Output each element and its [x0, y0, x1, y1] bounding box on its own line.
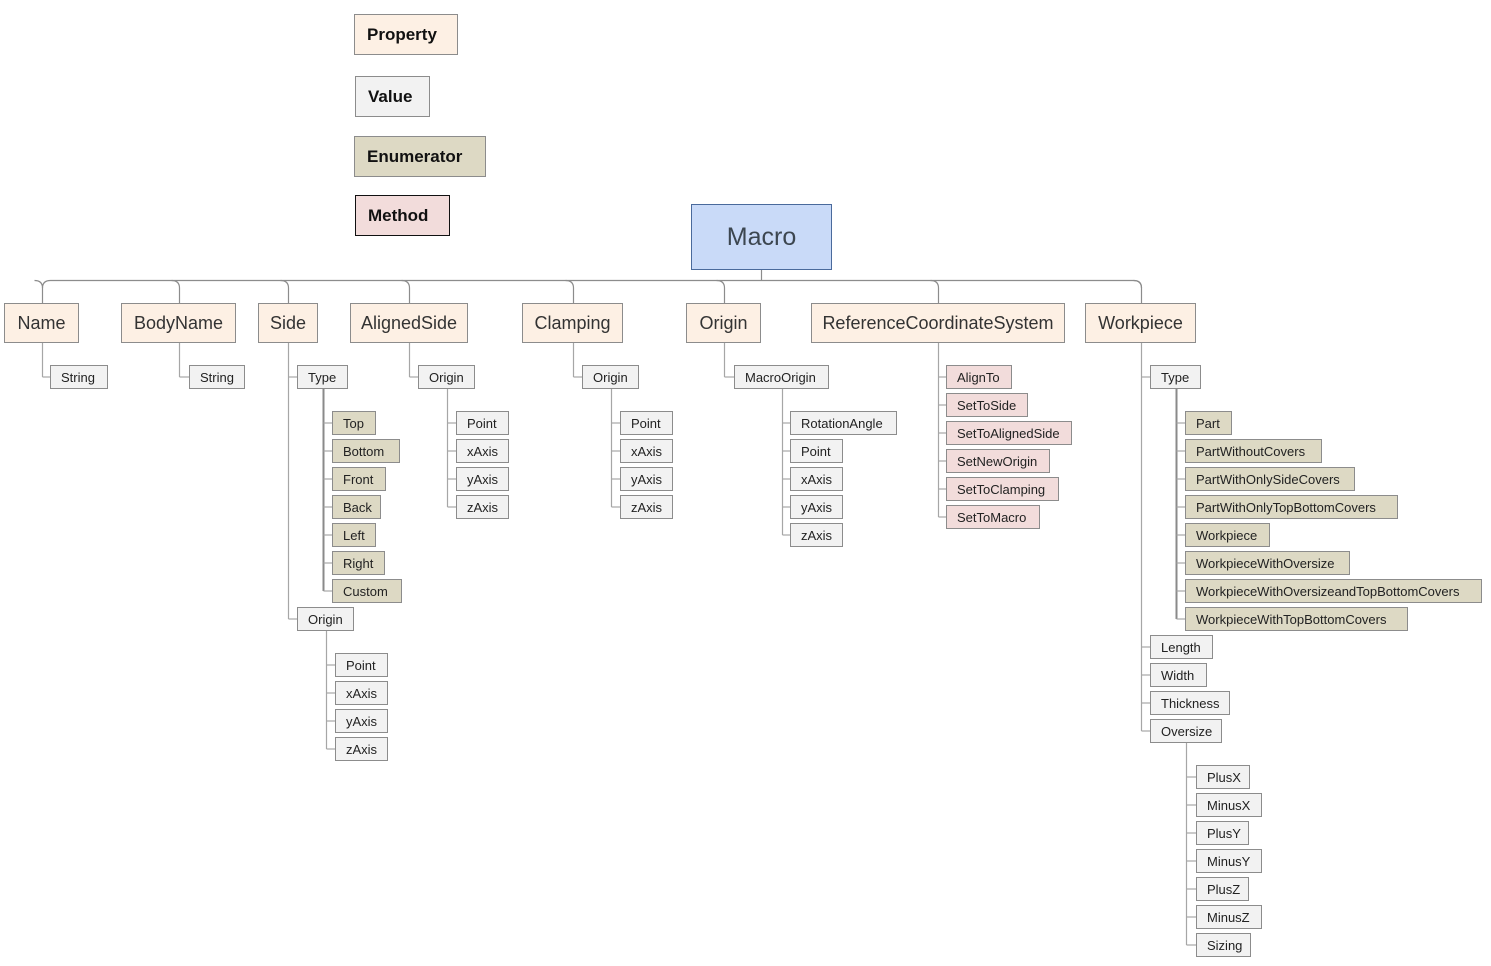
node-front[interactable]: Front [332, 467, 386, 491]
node-part[interactable]: Part [1185, 411, 1232, 435]
node-thickness[interactable]: Thickness [1150, 691, 1230, 715]
drop-line [930, 279, 940, 303]
node-x-axis[interactable]: xAxis [790, 467, 843, 491]
node-align-to[interactable]: AlignTo [946, 365, 1012, 389]
node-y-axis[interactable]: yAxis [620, 467, 673, 491]
drop-line [280, 279, 290, 303]
node-y-axis[interactable]: yAxis [335, 709, 388, 733]
node-origin[interactable]: Origin [297, 607, 354, 631]
node-length[interactable]: Length [1150, 635, 1213, 659]
node-z-axis[interactable]: zAxis [456, 495, 509, 519]
legend-method: Method [355, 195, 450, 236]
node-type[interactable]: Type [1150, 365, 1201, 389]
node-minus-x[interactable]: MinusX [1196, 793, 1262, 817]
node-macro-origin[interactable]: MacroOrigin [734, 365, 829, 389]
node-minus-y[interactable]: MinusY [1196, 849, 1262, 873]
node-top[interactable]: Top [332, 411, 376, 435]
node-x-axis[interactable]: xAxis [335, 681, 388, 705]
node-point[interactable]: Point [790, 439, 843, 463]
node-point[interactable]: Point [620, 411, 673, 435]
node-origin[interactable]: Origin [582, 365, 639, 389]
node-workpiece-with-top-bottom-covers[interactable]: WorkpieceWithTopBottomCovers [1185, 607, 1408, 631]
node-point[interactable]: Point [335, 653, 388, 677]
node-workpiece[interactable]: Workpiece [1085, 303, 1196, 343]
node-workpiece[interactable]: Workpiece [1185, 523, 1270, 547]
legend-value: Value [355, 76, 430, 117]
node-x-axis[interactable]: xAxis [456, 439, 509, 463]
node-workpiece-with-oversize[interactable]: WorkpieceWithOversize [1185, 551, 1350, 575]
node-right[interactable]: Right [332, 551, 385, 575]
node-z-axis[interactable]: zAxis [335, 737, 388, 761]
node-part-without-covers[interactable]: PartWithoutCovers [1185, 439, 1322, 463]
node-custom[interactable]: Custom [332, 579, 402, 603]
node-back[interactable]: Back [332, 495, 381, 519]
node-clamping[interactable]: Clamping [522, 303, 623, 343]
node-left[interactable]: Left [332, 523, 376, 547]
node-point[interactable]: Point [456, 411, 509, 435]
node-part-with-only-top-bottom-covers[interactable]: PartWithOnlyTopBottomCovers [1185, 495, 1398, 519]
legend-property: Property [354, 14, 458, 55]
node-type[interactable]: Type [297, 365, 348, 389]
node-y-axis[interactable]: yAxis [790, 495, 843, 519]
node-name[interactable]: Name [4, 303, 79, 343]
node-z-axis[interactable]: zAxis [790, 523, 843, 547]
node-x-axis[interactable]: xAxis [620, 439, 673, 463]
node-set-to-clamping[interactable]: SetToClamping [946, 477, 1059, 501]
node-set-to-macro[interactable]: SetToMacro [946, 505, 1040, 529]
node-part-with-only-side-covers[interactable]: PartWithOnlySideCovers [1185, 467, 1355, 491]
node-z-axis[interactable]: zAxis [620, 495, 673, 519]
node-rotation-angle[interactable]: RotationAngle [790, 411, 897, 435]
drop-line [171, 279, 181, 303]
node-origin[interactable]: Origin [686, 303, 761, 343]
node-minus-z[interactable]: MinusZ [1196, 905, 1262, 929]
node-string[interactable]: String [50, 365, 108, 389]
legend-enumerator: Enumerator [354, 136, 486, 177]
node-bottom[interactable]: Bottom [332, 439, 400, 463]
node-aligned-side[interactable]: AlignedSide [350, 303, 468, 343]
drop-line [34, 279, 44, 303]
node-string[interactable]: String [189, 365, 245, 389]
corner-line [1133, 279, 1143, 289]
node-sizing[interactable]: Sizing [1196, 933, 1251, 957]
node-set-to-side[interactable]: SetToSide [946, 393, 1028, 417]
node-y-axis[interactable]: yAxis [456, 467, 509, 491]
node-plus-x[interactable]: PlusX [1196, 765, 1250, 789]
node-width[interactable]: Width [1150, 663, 1207, 687]
node-reference-coordinate-system[interactable]: ReferenceCoordinateSystem [811, 303, 1065, 343]
node-plus-z[interactable]: PlusZ [1196, 877, 1249, 901]
node-oversize[interactable]: Oversize [1150, 719, 1222, 743]
root-node-macro[interactable]: Macro [691, 204, 832, 270]
node-set-to-aligned-side[interactable]: SetToAlignedSide [946, 421, 1072, 445]
node-plus-y[interactable]: PlusY [1196, 821, 1249, 845]
node-workpiece-with-oversizeand-top-bottom-covers[interactable]: WorkpieceWithOversizeandTopBottomCovers [1185, 579, 1482, 603]
node-origin[interactable]: Origin [418, 365, 475, 389]
drop-line [401, 279, 411, 303]
drop-line [716, 279, 726, 303]
node-side[interactable]: Side [258, 303, 318, 343]
corner-line [41, 279, 51, 289]
drop-line [565, 279, 575, 303]
node-set-new-origin[interactable]: SetNewOrigin [946, 449, 1050, 473]
node-body-name[interactable]: BodyName [121, 303, 236, 343]
